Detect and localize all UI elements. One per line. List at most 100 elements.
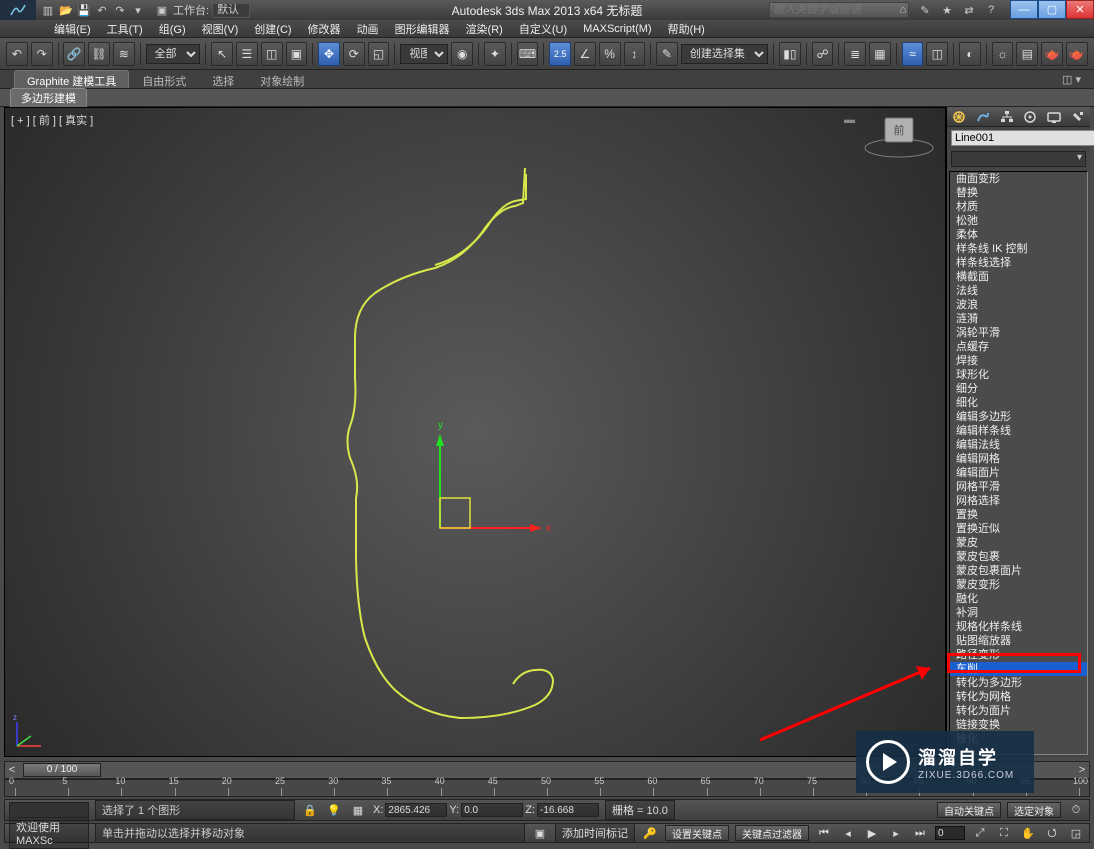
coord-y-input[interactable] xyxy=(461,803,523,817)
help-icon[interactable]: ? xyxy=(983,2,999,18)
percent-snap-toggle[interactable]: % xyxy=(599,42,621,66)
auto-key-button[interactable]: 自动关键点 xyxy=(937,802,1001,818)
select-object-button[interactable]: ↖ xyxy=(211,42,233,66)
viewport-front[interactable]: [ + ] [ 前 ] [ 真实 ] x y z xyxy=(4,107,946,757)
goto-end-icon[interactable]: ⏭ xyxy=(911,824,929,842)
menu-animation[interactable]: 动画 xyxy=(351,21,385,37)
menu-edit[interactable]: 编辑(E) xyxy=(48,21,97,37)
modifier-item[interactable]: 融化 xyxy=(950,592,1087,606)
menu-group[interactable]: 组(G) xyxy=(153,21,192,37)
angle-snap-toggle[interactable]: ∠ xyxy=(574,42,596,66)
pivot-center-button[interactable]: ◉ xyxy=(451,42,473,66)
menu-rendering[interactable]: 渲染(R) xyxy=(460,21,509,37)
utilities-panel-tab[interactable] xyxy=(1069,109,1087,125)
render-setup-button[interactable]: ☼ xyxy=(992,42,1014,66)
select-scale-button[interactable]: ◱ xyxy=(368,42,390,66)
time-config-icon[interactable]: ⏱ xyxy=(1067,801,1085,819)
menu-modifiers[interactable]: 修改器 xyxy=(302,21,347,37)
modifier-item[interactable]: 细化 xyxy=(950,396,1087,410)
schematic-view-button[interactable]: ◫ xyxy=(926,42,948,66)
align-button[interactable]: ☍ xyxy=(812,42,834,66)
unlink-button[interactable]: ⛓ xyxy=(88,42,110,66)
ribbon-tab-objectpaint[interactable]: 对象绘制 xyxy=(247,70,317,88)
sub-ribbon-polymodel[interactable]: 多边形建模 xyxy=(10,88,87,107)
modifier-item[interactable]: 置换近似 xyxy=(950,522,1087,536)
select-by-name-button[interactable]: ☰ xyxy=(236,42,258,66)
modifier-item[interactable]: 编辑法线 xyxy=(950,438,1087,452)
material-editor-button[interactable]: ◐ xyxy=(959,42,981,66)
object-name-input[interactable] xyxy=(951,130,1094,146)
window-crossing-button[interactable]: ▣ xyxy=(286,42,308,66)
modifier-item[interactable]: 点缓存 xyxy=(950,340,1087,354)
modifier-item[interactable]: 编辑样条线 xyxy=(950,424,1087,438)
modifier-item[interactable]: 蒙皮 xyxy=(950,536,1087,550)
modifier-item[interactable]: 替换 xyxy=(950,186,1087,200)
modifier-item[interactable]: 曲面变形 xyxy=(950,172,1087,186)
undo-button[interactable]: ↶ xyxy=(6,42,28,66)
maximize-button[interactable]: ▢ xyxy=(1038,0,1066,19)
key-filters-button[interactable]: 关键点过滤器 xyxy=(735,825,809,841)
modifier-item[interactable]: 横截面 xyxy=(950,270,1087,284)
workspace-value[interactable]: 默认 xyxy=(212,3,250,18)
modifier-item[interactable]: 链接变换 xyxy=(950,718,1087,732)
hierarchy-panel-tab[interactable] xyxy=(998,109,1016,125)
modifier-item[interactable]: 蒙皮变形 xyxy=(950,578,1087,592)
menu-create[interactable]: 创建(C) xyxy=(248,21,297,37)
coord-z-input[interactable] xyxy=(537,803,599,817)
link-button[interactable]: 🔗 xyxy=(63,42,85,66)
modifier-item[interactable]: 车削 xyxy=(950,662,1087,676)
ribbon-tab-freeform[interactable]: 自由形式 xyxy=(129,70,199,88)
selection-filter[interactable]: 全部 xyxy=(146,44,201,64)
spinner-snap-toggle[interactable]: ↕ xyxy=(624,42,646,66)
modifier-item[interactable]: 网格选择 xyxy=(950,494,1087,508)
play-icon[interactable]: ▶ xyxy=(863,824,881,842)
select-move-button[interactable]: ✥ xyxy=(318,42,340,66)
minimize-button[interactable]: — xyxy=(1010,0,1038,19)
modifier-item[interactable]: 编辑多边形 xyxy=(950,410,1087,424)
modifier-item[interactable]: 法线 xyxy=(950,284,1087,298)
viewport-shade-icon[interactable]: ▬ xyxy=(844,114,855,126)
modifier-item[interactable]: 蒙皮包裹面片 xyxy=(950,564,1087,578)
display-panel-tab[interactable] xyxy=(1045,109,1063,125)
modifier-item[interactable]: 焊接 xyxy=(950,354,1087,368)
pan-icon[interactable]: ✋ xyxy=(1019,824,1037,842)
snap-toggle[interactable]: 2.5 xyxy=(549,42,571,66)
set-key-button[interactable]: 设置关键点 xyxy=(665,825,729,841)
maximize-viewport-icon[interactable]: ◲ xyxy=(1067,824,1085,842)
modifier-item[interactable]: 补洞 xyxy=(950,606,1087,620)
qat-redo-icon[interactable]: ↷ xyxy=(112,2,128,18)
zoom-all-icon[interactable]: ⛶ xyxy=(995,824,1013,842)
layers-manager-button[interactable]: ≣ xyxy=(844,42,866,66)
search-input[interactable] xyxy=(769,2,909,18)
rendered-frame-button[interactable]: ▤ xyxy=(1016,42,1038,66)
graphite-toggle[interactable]: ▦ xyxy=(869,42,891,66)
render-production-button[interactable]: 🫖 xyxy=(1041,42,1063,66)
modifier-item[interactable]: 松弛 xyxy=(950,214,1087,228)
move-gizmo[interactable]: x y xyxy=(420,428,560,568)
qat-new-icon[interactable]: ▥ xyxy=(40,2,56,18)
modifier-item[interactable]: 编辑网格 xyxy=(950,452,1087,466)
named-selection-sets[interactable]: 创建选择集 xyxy=(681,44,768,64)
communication-center-lower-icon[interactable]: ▣ xyxy=(531,824,549,842)
adaptive-degradation-icon[interactable]: ▦ xyxy=(349,801,367,819)
modifier-item[interactable]: 样条线选择 xyxy=(950,256,1087,270)
modifier-item[interactable]: 置换 xyxy=(950,508,1087,522)
modifier-item[interactable]: 贴图缩放器 xyxy=(950,634,1087,648)
modifier-item[interactable]: 网格平滑 xyxy=(950,480,1087,494)
key-mode-icon[interactable]: 🔑 xyxy=(641,824,659,842)
menu-grapheditors[interactable]: 图形编辑器 xyxy=(389,21,456,37)
modifier-item[interactable]: 波浪 xyxy=(950,298,1087,312)
keyboard-shortcut-toggle[interactable]: ⌨ xyxy=(517,42,539,66)
qat-save-icon[interactable]: 💾 xyxy=(76,2,92,18)
menu-tools[interactable]: 工具(T) xyxy=(101,21,149,37)
modifier-item[interactable]: 路径变形 xyxy=(950,648,1087,662)
redo-button[interactable]: ↷ xyxy=(31,42,53,66)
goto-start-icon[interactable]: ⏮ xyxy=(815,824,833,842)
bind-spacewarp-button[interactable]: ≋ xyxy=(113,42,135,66)
workspace-selector[interactable]: ▣ 工作台: 默认 xyxy=(154,2,250,18)
create-panel-tab[interactable] xyxy=(950,109,968,125)
zoom-extents-icon[interactable]: ⤢ xyxy=(971,824,989,842)
menu-help[interactable]: 帮助(H) xyxy=(662,21,711,37)
reference-coord-dropdown[interactable]: 视图 xyxy=(400,44,448,64)
modifier-item[interactable]: 转化为面片 xyxy=(950,704,1087,718)
